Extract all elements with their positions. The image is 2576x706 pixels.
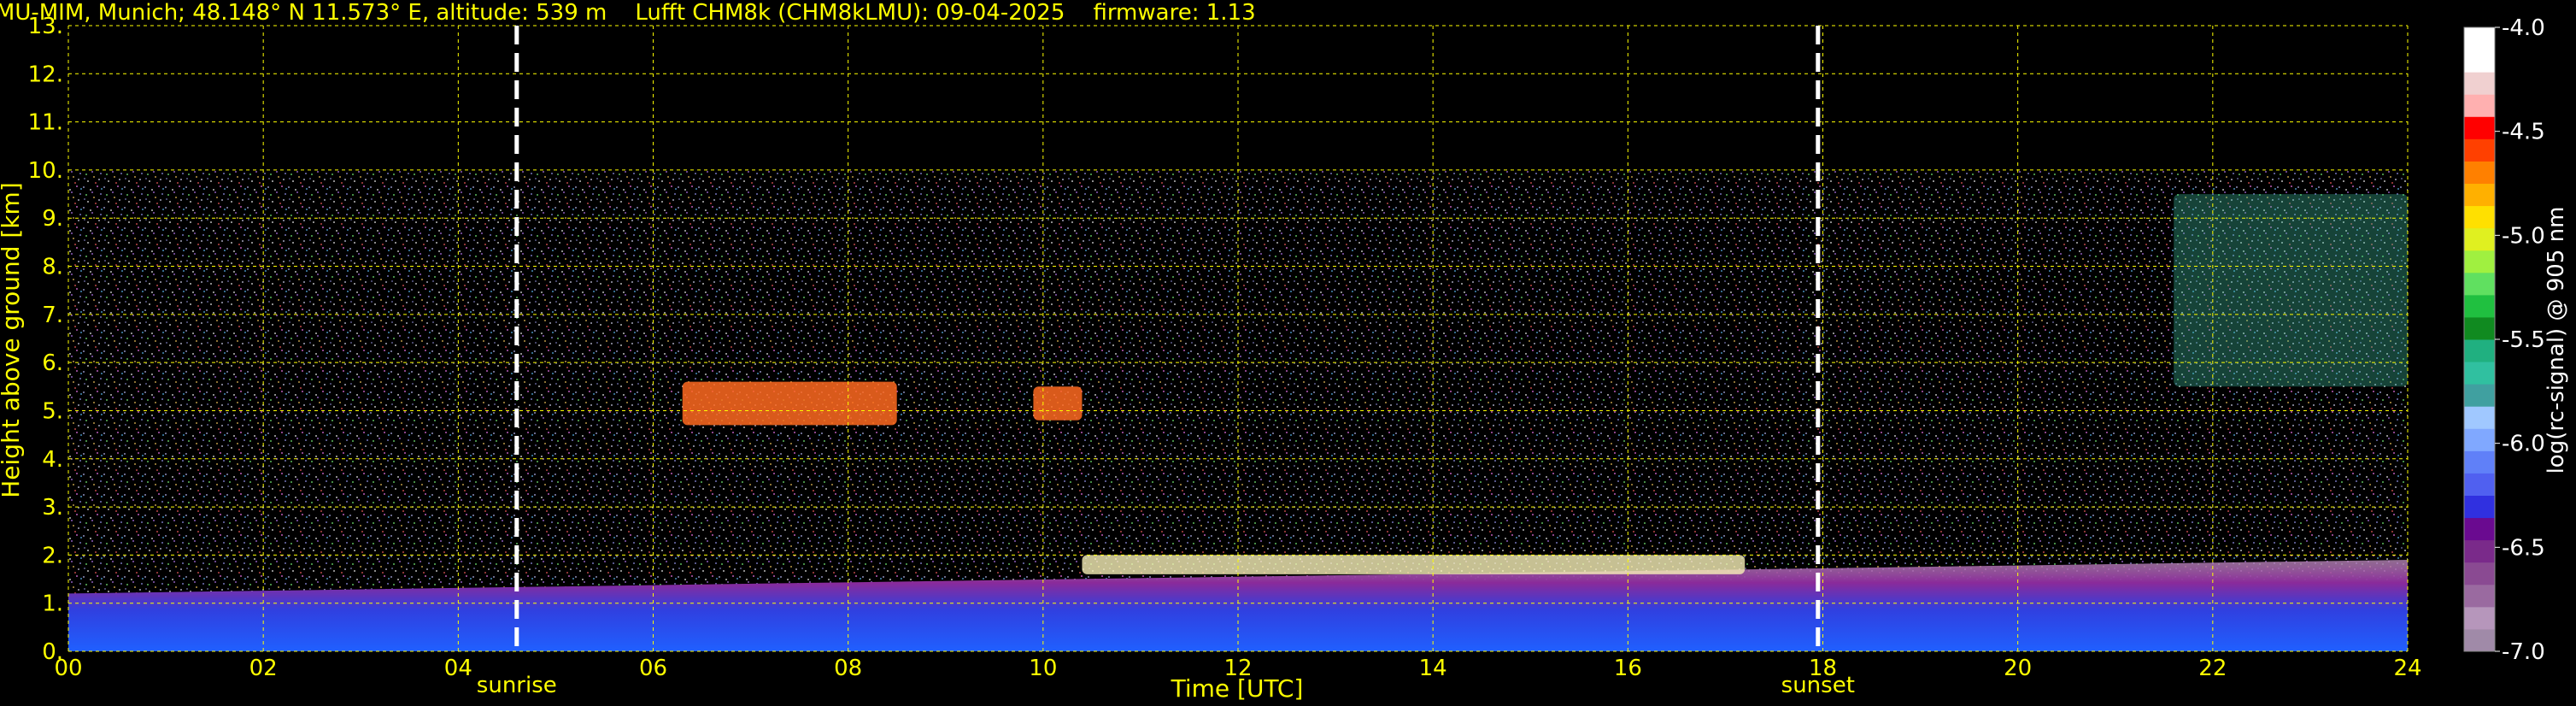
colorbar-swatch	[2464, 94, 2495, 117]
colorbar-swatch	[2464, 205, 2495, 229]
colorbar-swatch	[2464, 539, 2495, 563]
feature-mid-level-cloud	[682, 381, 897, 426]
colorbar-swatch	[2464, 584, 2495, 608]
x-tick-label: 08	[834, 656, 862, 681]
colorbar-tick-label: -4.0	[2502, 15, 2545, 41]
colorbar-swatch	[2464, 517, 2495, 541]
x-tick-label: 10	[1029, 656, 1057, 681]
colorbar-tick-label: -6.5	[2502, 535, 2545, 561]
x-tick-label: 16	[1614, 656, 1642, 681]
colorbar-tick-label: -7.0	[2502, 639, 2545, 665]
colorbar-swatch	[2464, 562, 2495, 585]
y-tick-label: 9.	[42, 206, 63, 232]
x-axis-label: Time [UTC]	[1171, 674, 1304, 703]
colorbar-swatch	[2464, 27, 2495, 50]
y-tick-label: 4.	[42, 447, 63, 473]
y-tick-label: 5.	[42, 398, 63, 424]
x-tick-label: 00	[54, 656, 82, 681]
y-tick-label: 11.	[28, 110, 63, 136]
colorbar-swatch	[2464, 362, 2495, 385]
y-tick-label: 8.	[42, 255, 63, 280]
x-tick-label: 06	[639, 656, 667, 681]
feature-cloud-base-layer	[1082, 555, 1746, 574]
y-tick-label: 6.	[42, 350, 63, 376]
event-label-sunrise: sunrise	[477, 673, 557, 698]
colorbar-swatch	[2464, 294, 2495, 318]
colorbar-swatch	[2464, 272, 2495, 296]
x-tick-label: 22	[2198, 656, 2227, 681]
colorbar-swatch	[2464, 428, 2495, 451]
y-tick-label: 7.	[42, 303, 63, 328]
y-tick-label: 12.	[28, 62, 63, 87]
colorbar-swatch	[2464, 473, 2495, 496]
colorbar-swatch	[2464, 606, 2495, 630]
colorbar-swatch	[2464, 384, 2495, 407]
colorbar-swatch	[2464, 406, 2495, 429]
y-axis-label: Height above ground [km]	[0, 182, 25, 498]
colorbar-tick-label: -5.5	[2502, 327, 2545, 353]
x-tick-label: 02	[249, 656, 278, 681]
x-tick-label: 20	[2004, 656, 2032, 681]
colorbar-swatch	[2464, 138, 2495, 162]
chart-title: LMU-MIM, Munich; 48.148° N 11.573° E, al…	[0, 0, 1256, 26]
colorbar-tick-label: -4.5	[2502, 120, 2545, 145]
colorbar-tick-label: -6.0	[2502, 432, 2545, 457]
colorbar-tick-label: -5.0	[2502, 223, 2545, 249]
feature-cirrus	[2174, 194, 2408, 387]
y-tick-label: 10.	[28, 158, 63, 184]
feature-mid-level-cloud	[1033, 386, 1083, 421]
colorbar-swatch	[2464, 161, 2495, 184]
colorbar-swatch	[2464, 50, 2495, 73]
y-tick-label: 3.	[42, 495, 63, 521]
colorbar-swatch	[2464, 495, 2495, 519]
colorbar-swatch	[2464, 250, 2495, 274]
y-tick-label: 1.	[42, 591, 63, 617]
colorbar	[2463, 26, 2496, 652]
colorbar-swatch	[2464, 450, 2495, 474]
x-tick-label: 24	[2393, 656, 2421, 681]
colorbar-swatch	[2464, 183, 2495, 207]
x-tick-label: 18	[1809, 656, 1837, 681]
x-tick-label: 14	[1419, 656, 1447, 681]
ceilometer-figure: sunrise sunset 0.1.2.3.4.5.6.7.8.9.10.11.…	[0, 0, 2569, 703]
colorbar-swatch	[2464, 628, 2495, 652]
colorbar-tick-labels: -4.0 -4.5 -5.0 -5.5 -6.0 -6.5 -7.0	[2495, 15, 2545, 665]
colorbar-swatch	[2464, 339, 2495, 362]
colorbar-label: log(rc-signal) @ 905 nm	[2544, 207, 2569, 474]
colorbar-swatch	[2464, 316, 2495, 340]
colorbar-swatch	[2464, 227, 2495, 251]
colorbar-swatch	[2464, 116, 2495, 139]
x-tick-label: 04	[444, 656, 472, 681]
colorbar-swatch	[2464, 72, 2495, 95]
y-tick-label: 2.	[42, 543, 63, 568]
y-tick-labels: 0.1.2.3.4.5.6.7.8.9.10.11.12.13.	[28, 14, 63, 665]
